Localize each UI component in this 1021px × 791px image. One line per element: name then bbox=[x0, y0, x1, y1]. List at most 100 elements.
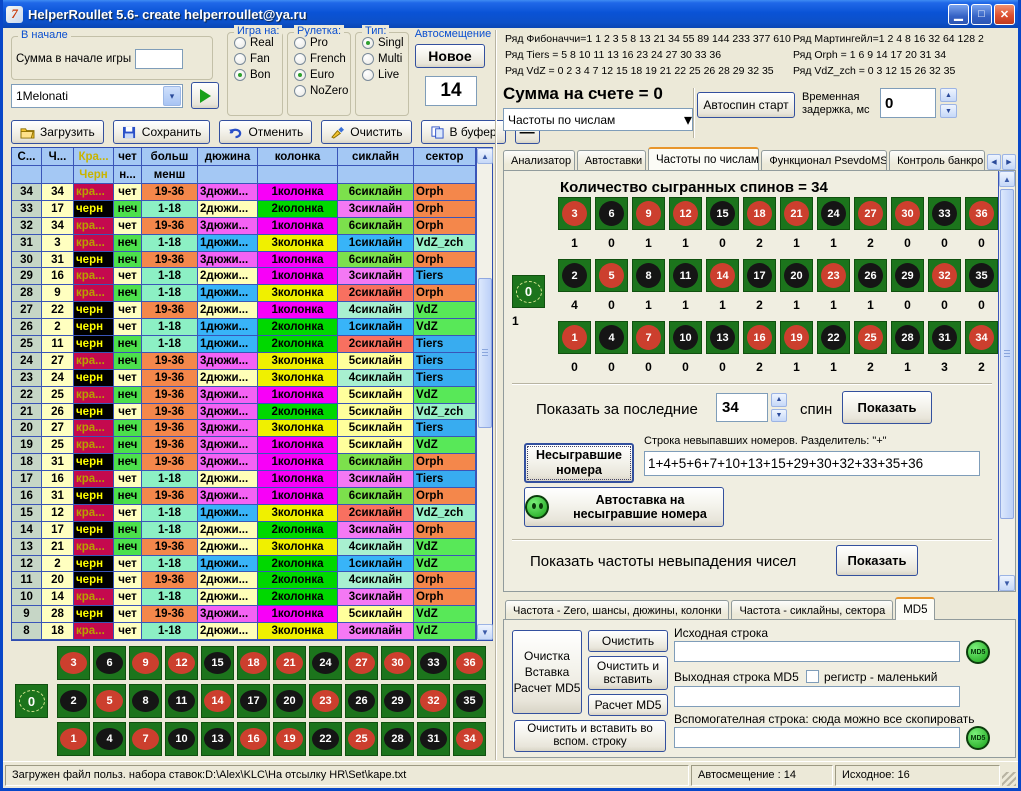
board-cell-12[interactable]: 12 bbox=[165, 646, 198, 680]
column-header[interactable] bbox=[338, 166, 414, 184]
unplayed-numbers-button[interactable]: Несыгравшие номера bbox=[524, 443, 634, 483]
radio-multi[interactable]: Multi bbox=[362, 53, 408, 65]
freq-cell-2[interactable]: 2 bbox=[558, 259, 591, 292]
board-cell-23[interactable]: 23 bbox=[309, 684, 342, 718]
md5-calc-button[interactable]: Расчет MD5 bbox=[588, 694, 668, 716]
freq-cell-5[interactable]: 5 bbox=[595, 259, 628, 292]
table-row[interactable]: 313кра...неч1-181дюжи...3колонка1сиклайн… bbox=[12, 235, 476, 252]
tab-анализатор[interactable]: Анализатор bbox=[503, 150, 575, 170]
board-cell-5[interactable]: 5 bbox=[93, 684, 126, 718]
column-header[interactable] bbox=[42, 166, 74, 184]
board-cell-9[interactable]: 9 bbox=[129, 646, 162, 680]
radio-dot-icon[interactable] bbox=[294, 69, 306, 81]
freq-cell-35[interactable]: 35 bbox=[965, 259, 998, 292]
board-cell-34[interactable]: 34 bbox=[453, 722, 486, 756]
column-header[interactable]: сиклайн bbox=[338, 148, 414, 166]
board-cell-11[interactable]: 11 bbox=[165, 684, 198, 718]
freq-cell-19[interactable]: 19 bbox=[780, 321, 813, 354]
column-header[interactable]: менш bbox=[142, 166, 198, 184]
table-row[interactable]: 1321кра...неч19-362дюжи...3колонка4сикла… bbox=[12, 539, 476, 556]
table-row[interactable]: 3434кра...чет19-363дюжи...1колонка6сикла… bbox=[12, 184, 476, 201]
board-cell-15[interactable]: 15 bbox=[201, 646, 234, 680]
freq-cell-33[interactable]: 33 bbox=[928, 197, 961, 230]
radio-nozero[interactable]: NoZero bbox=[294, 85, 350, 97]
radio-dot-icon[interactable] bbox=[234, 53, 246, 65]
freq-cell-14[interactable]: 14 bbox=[706, 259, 739, 292]
freq-cell-20[interactable]: 20 bbox=[780, 259, 813, 292]
table-row[interactable]: 1512кра...чет1-181дюжи...3колонка2сиклай… bbox=[12, 505, 476, 522]
radio-live[interactable]: Live bbox=[362, 69, 408, 81]
table-row[interactable]: 1417черннеч1-182дюжи...2колонка3сиклайнO… bbox=[12, 522, 476, 539]
undo-button[interactable]: Отменить bbox=[219, 120, 312, 144]
radio-dot-icon[interactable] bbox=[294, 53, 306, 65]
title-bar[interactable]: 7 HelperRoullet 5.6- create helperroulle… bbox=[0, 0, 1021, 28]
minimize-button[interactable]: ▁ bbox=[948, 4, 969, 25]
spin-down-icon[interactable]: ▼ bbox=[771, 409, 787, 423]
table-row[interactable]: 2427кра...неч19-363дюжи...3колонка5сикла… bbox=[12, 353, 476, 370]
tab-частота-сиклайны-сектора[interactable]: Частота - сиклайны, сектора bbox=[731, 600, 893, 620]
freq-cell-18[interactable]: 18 bbox=[743, 197, 776, 230]
freq-cell-4[interactable]: 4 bbox=[595, 321, 628, 354]
helper-string-input[interactable] bbox=[674, 727, 960, 748]
autobet-unplayed-button[interactable]: Автоставка на несыгравшие номера bbox=[524, 487, 724, 527]
board-cell-22[interactable]: 22 bbox=[309, 722, 342, 756]
board-cell-33[interactable]: 33 bbox=[417, 646, 450, 680]
board-cell-13[interactable]: 13 bbox=[201, 722, 234, 756]
tab-функционал-psevdoms[interactable]: Функционал PsevdoMS bbox=[761, 150, 887, 170]
play-button[interactable] bbox=[191, 82, 219, 109]
chevron-down-icon[interactable]: ▾ bbox=[684, 110, 692, 130]
board-cell-4[interactable]: 4 bbox=[93, 722, 126, 756]
freq-zero-cell[interactable]: 0 bbox=[512, 275, 545, 308]
freq-cell-21[interactable]: 21 bbox=[780, 197, 813, 230]
table-row[interactable]: 3234кра...чет19-363дюжи...1колонка6сикла… bbox=[12, 218, 476, 235]
panel-scrollbar[interactable]: ▲ ▼ bbox=[998, 171, 1015, 591]
board-zero-cell[interactable]: 0 bbox=[15, 684, 48, 718]
freq-cell-11[interactable]: 11 bbox=[669, 259, 702, 292]
board-cell-16[interactable]: 16 bbox=[237, 722, 270, 756]
md5-big-button[interactable]: Очистка Вставка Расчет MD5 bbox=[512, 630, 582, 714]
board-cell-24[interactable]: 24 bbox=[309, 646, 342, 680]
radio-dot-icon[interactable] bbox=[294, 85, 306, 97]
md5-clear-paste-helper-button[interactable]: Очистить и вставить во вспом. строку bbox=[514, 720, 666, 752]
radio-dot-icon[interactable] bbox=[234, 37, 246, 49]
save-button[interactable]: Сохранить bbox=[113, 120, 211, 144]
table-row[interactable]: 122чернчет1-181дюжи...2колонка1сиклайнVd… bbox=[12, 556, 476, 573]
table-row[interactable]: 1014кра...чет1-182дюжи...2колонка3сиклай… bbox=[12, 589, 476, 606]
board-cell-21[interactable]: 21 bbox=[273, 646, 306, 680]
source-string-input[interactable] bbox=[674, 641, 960, 662]
md5-clear-paste-button[interactable]: Очистить и вставить bbox=[588, 656, 668, 690]
unplayed-numbers-input[interactable] bbox=[644, 451, 980, 476]
show-last-value[interactable]: 34 bbox=[716, 393, 768, 422]
board-cell-29[interactable]: 29 bbox=[381, 684, 414, 718]
radio-euro[interactable]: Euro bbox=[294, 69, 350, 81]
table-row[interactable]: 3317черннеч1-182дюжи...2колонка3сиклайнO… bbox=[12, 201, 476, 218]
table-row[interactable]: 2225кра...неч19-363дюжи...1колонка5сикла… bbox=[12, 387, 476, 404]
column-header[interactable]: С... bbox=[12, 148, 42, 166]
spin-down-icon[interactable]: ▼ bbox=[940, 104, 957, 118]
tab-автоставки[interactable]: Автоставки bbox=[577, 150, 646, 170]
board-cell-10[interactable]: 10 bbox=[165, 722, 198, 756]
md5-calc-icon[interactable]: MD5 bbox=[966, 726, 990, 750]
tab-scroll-left-icon[interactable]: ◀ bbox=[987, 154, 1001, 170]
freq-cell-36[interactable]: 36 bbox=[965, 197, 998, 230]
freq-cell-32[interactable]: 32 bbox=[928, 259, 961, 292]
mode-combobox[interactable]: Частоты по числам ▾ bbox=[503, 108, 693, 131]
column-header[interactable]: колонка bbox=[258, 148, 338, 166]
board-cell-14[interactable]: 14 bbox=[201, 684, 234, 718]
radio-bon[interactable]: Bon bbox=[234, 69, 282, 81]
freq-cell-17[interactable]: 17 bbox=[743, 259, 776, 292]
table-row[interactable]: 2027кра...неч19-363дюжи...3колонка5сикла… bbox=[12, 420, 476, 437]
scroll-down-icon[interactable]: ▼ bbox=[477, 624, 493, 640]
table-row[interactable]: 1925кра...неч19-363дюжи...1колонка5сикла… bbox=[12, 437, 476, 454]
radio-real[interactable]: Real bbox=[234, 37, 282, 49]
board-cell-26[interactable]: 26 bbox=[345, 684, 378, 718]
show-button[interactable]: Показать bbox=[842, 391, 932, 424]
freq-cell-7[interactable]: 7 bbox=[632, 321, 665, 354]
table-scrollbar[interactable]: ▲ ▼ bbox=[476, 148, 492, 640]
freq-cell-15[interactable]: 15 bbox=[706, 197, 739, 230]
freq-cell-24[interactable]: 24 bbox=[817, 197, 850, 230]
column-header[interactable]: н... bbox=[114, 166, 142, 184]
spin-up-icon[interactable]: ▲ bbox=[940, 88, 957, 102]
freq-cell-10[interactable]: 10 bbox=[669, 321, 702, 354]
freq-cell-27[interactable]: 27 bbox=[854, 197, 887, 230]
